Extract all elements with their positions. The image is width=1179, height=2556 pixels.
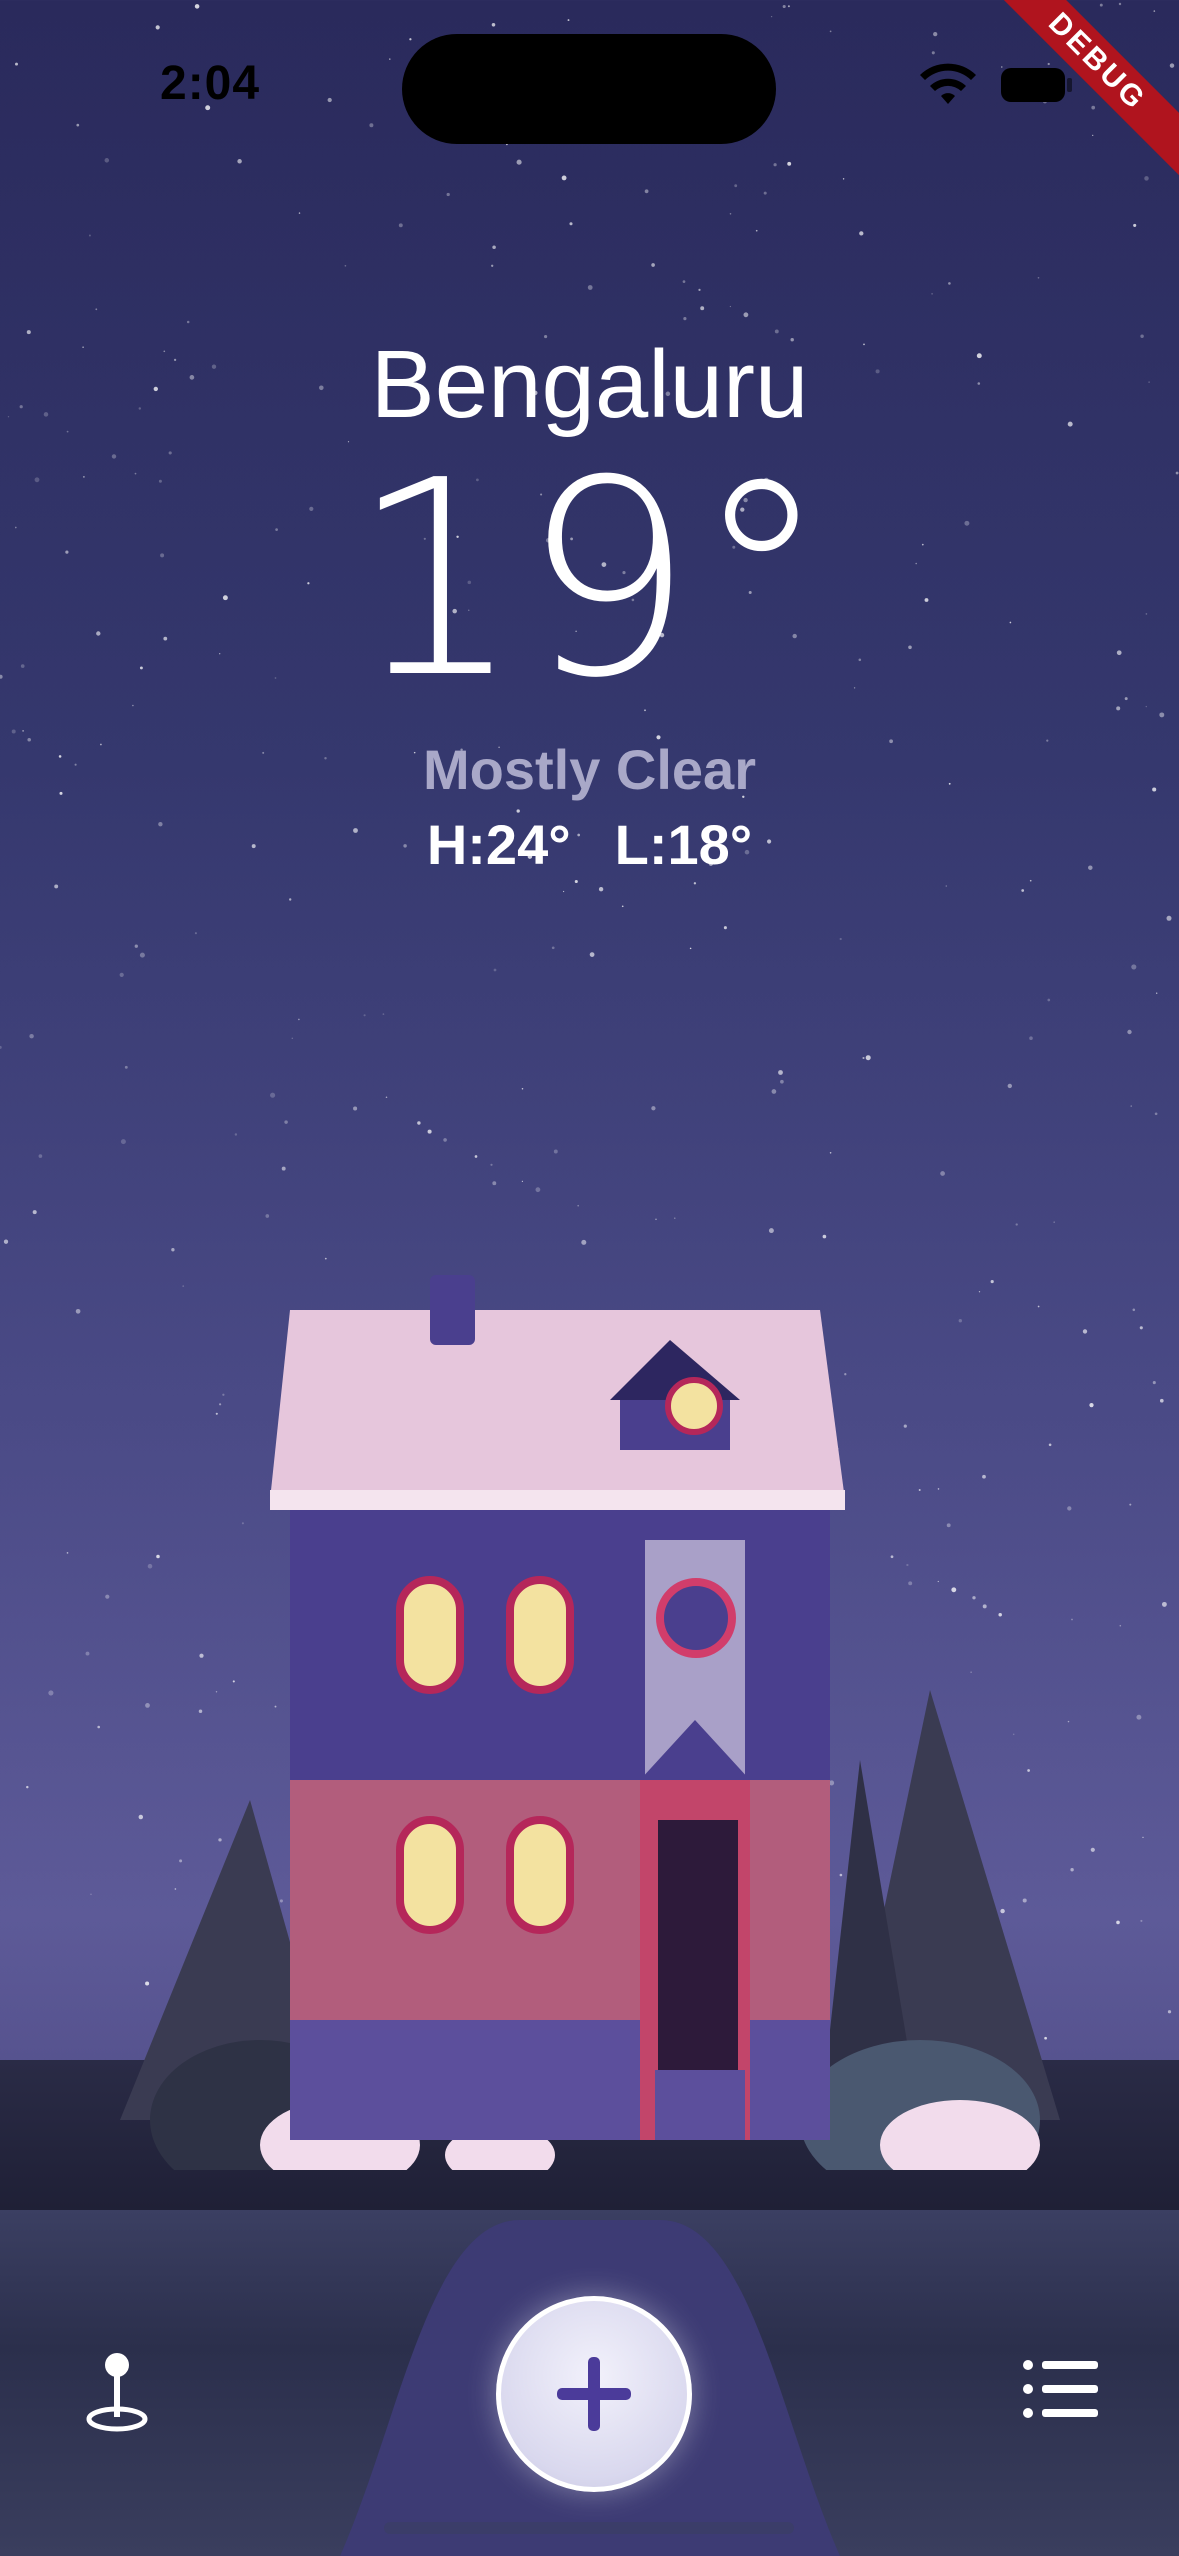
current-temperature: 19° (350, 422, 829, 737)
wifi-icon (920, 63, 976, 104)
add-city-button[interactable] (496, 2296, 692, 2492)
home-indicator (384, 2522, 794, 2534)
house-illustration (120, 1275, 1060, 2170)
weather-condition: Mostly Clear (423, 738, 756, 801)
location-pin-icon[interactable] (80, 2345, 154, 2435)
weather-summary: Bengaluru 19° Mostly Clear H:24° L:18° (0, 320, 1179, 880)
status-bar: 2:04 DEBUG (0, 0, 1179, 184)
dynamic-island (402, 34, 776, 144)
high-low-temperatures: H:24° L:18° (0, 810, 1179, 880)
status-time: 2:04 (160, 57, 261, 110)
high-temperature: H:24° (426, 813, 571, 876)
low-temperature: L:18° (614, 813, 753, 876)
list-icon[interactable] (1020, 2355, 1100, 2425)
plus-icon (557, 2357, 631, 2431)
battery-icon (1001, 68, 1072, 102)
